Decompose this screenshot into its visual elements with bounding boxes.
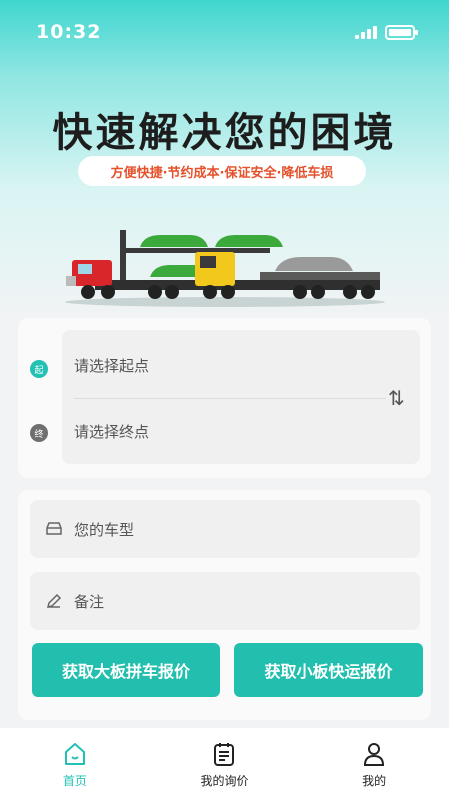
- car-carrier-truck-illustration: [65, 230, 385, 307]
- swap-vertical-icon[interactable]: ⇅: [388, 386, 405, 410]
- user-icon: [364, 742, 385, 766]
- tab-profile-label: 我的: [362, 773, 387, 788]
- pencil-icon: [44, 591, 64, 611]
- battery-icon: [385, 24, 418, 40]
- clipboard-icon: [214, 742, 235, 766]
- route-card: 起 终 请选择起点 请选择终点 ⇅: [18, 318, 431, 478]
- bottom-tab-bar: 首页 我的询价 我的: [0, 728, 449, 800]
- home-icon: [64, 742, 85, 765]
- hero-slogan: 方便快捷·节约成本·保证安全·降低车损: [78, 156, 366, 186]
- route-fields: 请选择起点 请选择终点: [62, 330, 420, 464]
- end-point-field[interactable]: 请选择终点: [74, 414, 149, 448]
- tab-my-inquiries-label: 我的询价: [200, 773, 249, 788]
- tab-home-label: 首页: [62, 773, 87, 788]
- vehicle-type-field[interactable]: 您的车型: [30, 500, 420, 558]
- remark-field[interactable]: 备注: [30, 572, 420, 630]
- remark-placeholder: 备注: [74, 592, 105, 611]
- tab-home[interactable]: 首页: [15, 740, 135, 789]
- end-marker: 终: [30, 424, 48, 442]
- start-point-field[interactable]: 请选择起点: [74, 348, 149, 382]
- vehicle-card: 您的车型 备注 获取大板拼车报价 获取小板快运报价: [18, 490, 431, 720]
- start-marker: 起: [30, 360, 48, 378]
- large-board-quote-button[interactable]: 获取大板拼车报价: [32, 643, 220, 697]
- tab-profile[interactable]: 我的: [314, 740, 434, 789]
- vehicle-type-placeholder: 您的车型: [74, 520, 135, 539]
- small-board-quote-button[interactable]: 获取小板快运报价: [234, 643, 423, 697]
- tab-my-inquiries[interactable]: 我的询价: [164, 740, 284, 789]
- route-divider: [74, 398, 386, 399]
- signal-icon: [355, 25, 377, 39]
- status-time: 10:32: [36, 21, 102, 43]
- hero-headline: 快速解决您的困境: [52, 110, 397, 156]
- car-icon: [44, 519, 64, 539]
- status-icons: [355, 24, 418, 40]
- status-bar: 10:32: [0, 0, 449, 64]
